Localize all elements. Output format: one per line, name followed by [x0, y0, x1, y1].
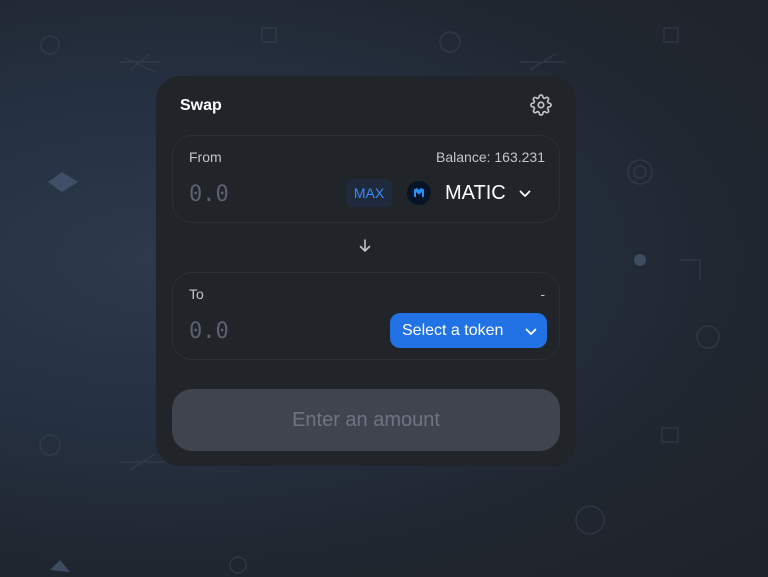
select-token-button[interactable]: Select a token [390, 313, 547, 348]
to-balance: - [540, 286, 545, 302]
from-label: From [189, 149, 222, 165]
select-token-label: Select a token [402, 322, 504, 339]
from-token-selector[interactable]: MATIC [405, 176, 545, 210]
to-amount-input[interactable] [189, 317, 309, 345]
from-panel: From Balance: 163.231 MAX MATIC [172, 135, 560, 223]
from-token-symbol: MATIC [445, 182, 506, 204]
swap-card: Swap From Balance: 163.231 MAX MATIC [156, 76, 576, 466]
swap-header: Swap [180, 94, 552, 116]
to-panel: To - Select a token [172, 272, 560, 360]
from-amount-input[interactable] [189, 180, 309, 208]
matic-logo-icon [407, 181, 431, 205]
enter-amount-button[interactable]: Enter an amount [172, 389, 560, 451]
arrow-down-icon[interactable] [358, 238, 372, 254]
to-label: To [189, 286, 204, 302]
swap-title: Swap [180, 97, 222, 114]
gear-icon[interactable] [530, 94, 552, 116]
from-balance: Balance: 163.231 [436, 149, 545, 165]
chevron-down-icon [525, 325, 537, 337]
chevron-down-icon [519, 187, 531, 199]
max-button[interactable]: MAX [346, 179, 392, 207]
